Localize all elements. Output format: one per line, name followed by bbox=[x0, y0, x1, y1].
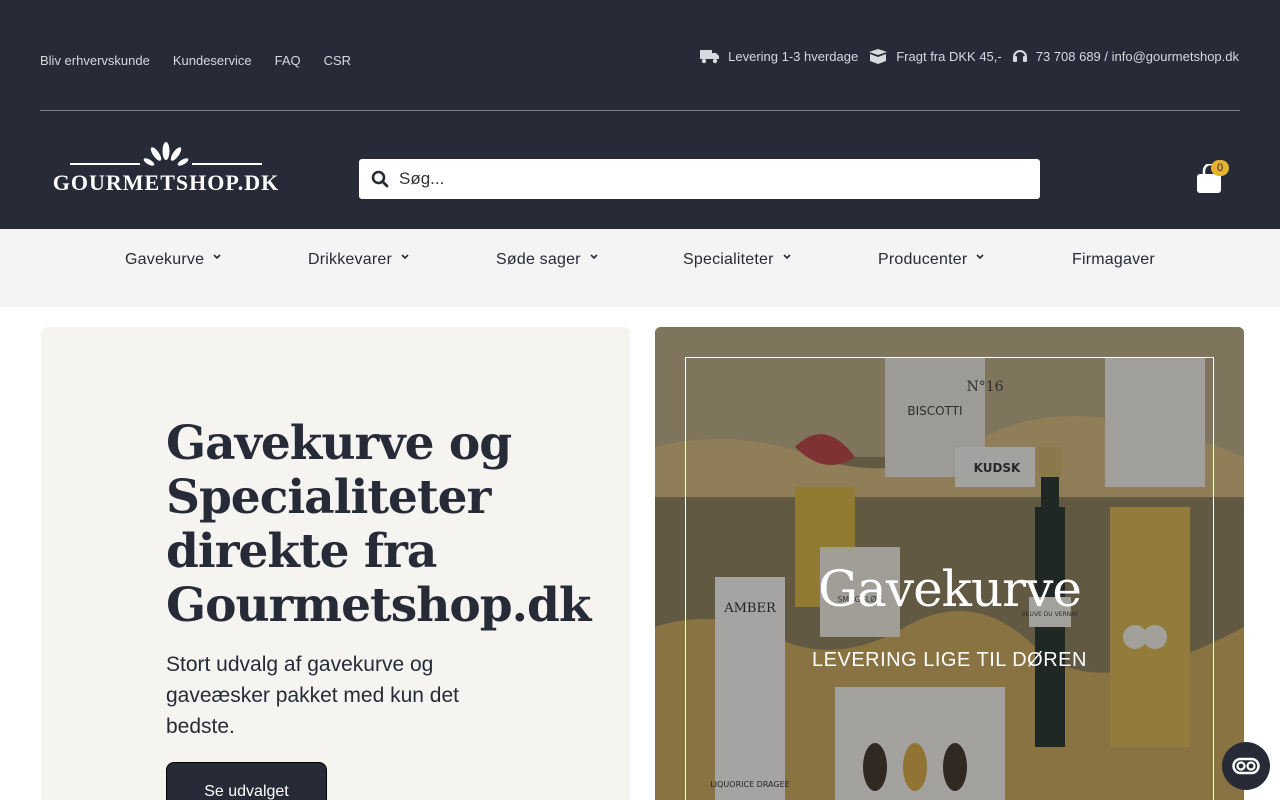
nav-item-gavekurve[interactable]: Gavekurve bbox=[125, 251, 222, 269]
banner-subtitle: LEVERING LIGE TIL DØREN bbox=[812, 649, 1087, 671]
search-icon[interactable] bbox=[371, 170, 389, 188]
shipping-info: Fragt fra DKK 45,- bbox=[868, 48, 1002, 64]
chevron-down-icon bbox=[590, 254, 598, 260]
nav-item-label: Drikkevarer bbox=[308, 251, 392, 268]
link-csr[interactable]: CSR bbox=[324, 53, 351, 68]
chevron-down-icon bbox=[213, 254, 221, 260]
nav-item-soede-sager[interactable]: Søde sager bbox=[496, 251, 599, 269]
chevron-down-icon bbox=[976, 254, 984, 260]
delivery-info: Levering 1-3 hverdage bbox=[700, 48, 858, 64]
accessibility-toggle-icon bbox=[1232, 757, 1260, 775]
main-nav: Gavekurve Drikkevarer Søde sager Special… bbox=[0, 229, 1280, 307]
link-business-customer[interactable]: Bliv erhvervskunde bbox=[40, 53, 150, 68]
banner-title: Gavekurve bbox=[818, 560, 1082, 618]
nav-item-label: Specialiteter bbox=[683, 251, 774, 268]
see-selection-button[interactable]: Se udvalget bbox=[166, 762, 327, 800]
contact-text[interactable]: 73 708 689 / info@gourmetshop.dk bbox=[1036, 49, 1239, 64]
truck-icon bbox=[700, 50, 720, 64]
search-bar bbox=[359, 159, 1040, 199]
delivery-text: Levering 1-3 hverdage bbox=[728, 48, 859, 64]
accessibility-button[interactable] bbox=[1222, 742, 1270, 790]
nav-item-producenter[interactable]: Producenter bbox=[878, 251, 985, 269]
site-logo[interactable]: GOURMETSHOP.DK bbox=[42, 142, 290, 196]
utility-links: Bliv erhvervskunde Kundeservice FAQ CSR bbox=[40, 53, 351, 68]
box-icon bbox=[869, 49, 888, 64]
chevron-down-icon bbox=[401, 254, 409, 260]
contact-info: 73 708 689 / info@gourmetshop.dk bbox=[1012, 48, 1239, 64]
nav-item-label: Gavekurve bbox=[125, 251, 205, 268]
link-faq[interactable]: FAQ bbox=[275, 53, 301, 68]
logo-line-right bbox=[192, 163, 262, 165]
link-customer-service[interactable]: Kundeservice bbox=[173, 53, 252, 68]
hero-title: Gavekurve og Specialiteter direkte fra G… bbox=[166, 416, 591, 633]
cart-count-badge: 0 bbox=[1211, 160, 1229, 176]
logo-line-left bbox=[70, 163, 140, 165]
hero-section: Gavekurve og Specialiteter direkte fra G… bbox=[41, 327, 630, 800]
search-input[interactable] bbox=[399, 169, 999, 189]
logo-text: GOURMETSHOP.DK bbox=[52, 170, 280, 195]
nav-item-firmagaver[interactable]: Firmagaver bbox=[1072, 251, 1155, 269]
utility-info: Levering 1-3 hverdage Fragt fra DKK 45,-… bbox=[700, 48, 1239, 64]
nav-item-drikkevarer[interactable]: Drikkevarer bbox=[308, 251, 410, 269]
header-divider bbox=[40, 110, 1240, 111]
nav-item-label: Søde sager bbox=[496, 251, 581, 268]
nav-item-specialiteter[interactable]: Specialiteter bbox=[683, 251, 792, 269]
header: Bliv erhvervskunde Kundeservice FAQ CSR … bbox=[0, 0, 1280, 229]
chevron-down-icon bbox=[783, 254, 791, 260]
nav-item-label: Producenter bbox=[878, 251, 968, 268]
shipping-text: Fragt fra DKK 45,- bbox=[896, 48, 1002, 64]
headset-icon bbox=[1012, 50, 1027, 62]
logo-emblem-icon bbox=[143, 142, 189, 166]
hero-subtitle: Stort udvalg af gavekurve og gaveæsker p… bbox=[166, 653, 459, 738]
nav-item-label: Firmagaver bbox=[1072, 251, 1155, 268]
gift-basket-banner[interactable]: BISCOTTI N°16 KUDSK AMBER LIQUORICE DRAG… bbox=[655, 327, 1244, 800]
